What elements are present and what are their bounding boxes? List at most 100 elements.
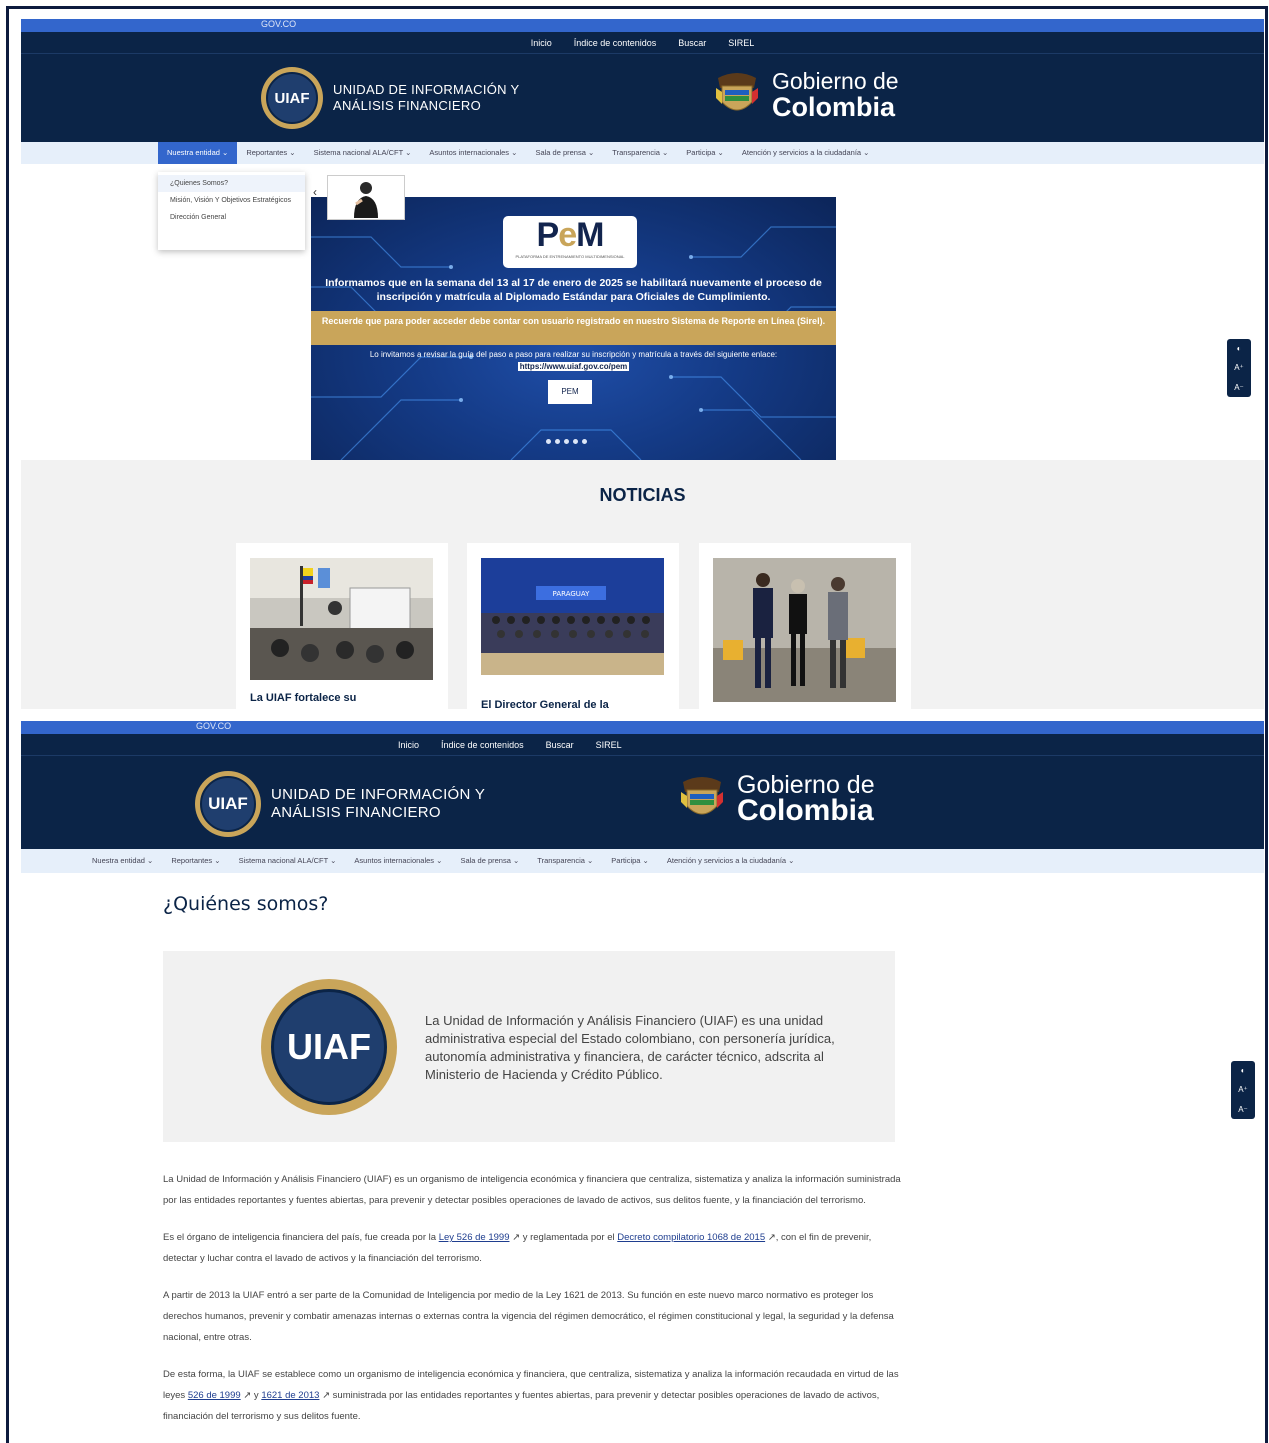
main-nav: Nuestra entidad ⌄ Reportantes ⌄ Sistema … (21, 142, 1264, 164)
gov-bar: GOV.CO (21, 19, 1264, 32)
news-card[interactable] (699, 543, 911, 709)
dropdown-direccion-general[interactable]: Dirección General (158, 209, 305, 226)
news-card[interactable]: PARAGUAY El Director General de la (467, 543, 679, 709)
menu-nuestra-entidad[interactable]: Nuestra entidad ⌄ (158, 142, 238, 164)
menu-asuntos-internacionales[interactable]: Asuntos internacionales ⌄ (420, 142, 526, 164)
gobierno-logo[interactable]: Gobierno de Colombia (679, 771, 875, 827)
quienes-somos-screenshot: GOV.CO Inicio Índice de contenidos Busca… (21, 721, 1264, 1441)
news-photo: PARAGUAY (481, 558, 664, 675)
uiaf-badge-icon: UIAF (261, 67, 323, 129)
banner-headline: Informamos que en la semana del 13 al 17… (325, 277, 822, 303)
banner-notice: Recuerde que para poder acceder debe con… (311, 311, 836, 345)
nuestra-entidad-dropdown: ¿Quienes Somos? Misión, Visión Y Objetiv… (158, 172, 305, 250)
nav-indice[interactable]: Índice de contenidos (441, 740, 524, 750)
pem-link[interactable]: https://www.uiaf.gov.co/pem (517, 362, 630, 371)
uiaf-logo[interactable]: UIAF UNIDAD DE INFORMACIÓN Y ANÁLISIS FIN… (261, 67, 520, 129)
menu-sala-de-prensa[interactable]: Sala de prensa ⌄ (526, 142, 603, 164)
decreto-1068-link[interactable]: Decreto compilatorio 1068 de 2015 (617, 1232, 765, 1243)
menu-sala-de-prensa[interactable]: Sala de prensa ⌄ (451, 850, 528, 872)
intro-box: UIAF La Unidad de Información y Análisis… (163, 951, 895, 1142)
site-header: UIAF UNIDAD DE INFORMACIÓN Y ANÁLISIS FIN… (21, 756, 1264, 849)
govco-link[interactable]: GOV.CO (196, 721, 231, 731)
page-title: ¿Quiénes somos? (163, 893, 329, 915)
accessibility-bar: ◐ A⁺ A⁻ (1231, 1061, 1255, 1119)
carousel-dots (546, 439, 587, 444)
menu-transparencia[interactable]: Transparencia ⌄ (603, 142, 677, 164)
main-nav: Nuestra entidad ⌄ Reportantes ⌄ Sistema … (21, 849, 1264, 873)
ley-526-link[interactable]: 526 de 1999 (188, 1390, 241, 1401)
govco-link[interactable]: GOV.CO (261, 19, 296, 29)
carousel-dot[interactable] (555, 439, 560, 444)
pem-logo: PeM PLATAFORMA DE ENTRENAMIENTO MULTIDIM… (503, 216, 637, 268)
page-heading: ¿Quiénes somos? (163, 893, 895, 915)
font-increase-icon[interactable]: A⁺ (1238, 1085, 1248, 1094)
menu-participa[interactable]: Participa ⌄ (677, 142, 733, 164)
news-caption: La UIAF fortalece su (250, 692, 357, 704)
interpreter-icon (354, 181, 378, 218)
chevron-left-icon[interactable]: ‹ (313, 185, 317, 199)
font-decrease-icon[interactable]: A⁻ (1234, 383, 1244, 392)
news-caption: El Director General de la (481, 699, 609, 709)
gov-bar: GOV.CO (21, 721, 1264, 734)
gobierno-text: Gobierno de Colombia (737, 771, 875, 827)
carousel-dot[interactable] (546, 439, 551, 444)
paragraph: La Unidad de Información y Análisis Fina… (163, 1174, 901, 1206)
paragraph: De esta forma, la UIAF se establece como… (163, 1369, 899, 1422)
uiaf-name: UNIDAD DE INFORMACIÓN Y ANÁLISIS FINANCIE… (271, 786, 486, 821)
pem-banner[interactable]: PeM PLATAFORMA DE ENTRENAMIENTO MULTIDIM… (311, 197, 836, 460)
nav-buscar[interactable]: Buscar (678, 38, 706, 48)
nav-sirel[interactable]: SIREL (728, 38, 754, 48)
font-decrease-icon[interactable]: A⁻ (1238, 1105, 1248, 1114)
dropdown-quienes-somos[interactable]: ¿Quienes Somos? (158, 175, 305, 192)
ley-1621-link[interactable]: 1621 de 2013 (261, 1390, 319, 1401)
menu-sistema-nacional[interactable]: Sistema nacional ALA/CFT ⌄ (305, 142, 421, 164)
contrast-icon[interactable]: ◐ (1237, 344, 1242, 353)
coat-of-arms-icon (679, 772, 725, 824)
screenshot-frame: GOV.CO Inicio Índice de contenidos Busca… (6, 6, 1268, 1443)
nav-indice[interactable]: Índice de contenidos (574, 38, 657, 48)
menu-transparencia[interactable]: Transparencia ⌄ (528, 850, 602, 872)
dropdown-mision-vision[interactable]: Misión, Visión Y Objetivos Estratégicos (158, 192, 305, 209)
gobierno-text: Gobierno de Colombia (772, 68, 899, 122)
news-card[interactable]: La UIAF fortalece su (236, 543, 448, 709)
menu-participa[interactable]: Participa ⌄ (602, 850, 658, 872)
news-section: NOTICIAS La UIAF fortalece su PARAGUAY E… (21, 460, 1264, 709)
nav-inicio[interactable]: Inicio (398, 740, 419, 750)
font-increase-icon[interactable]: A⁺ (1234, 363, 1244, 372)
menu-asuntos-internacionales[interactable]: Asuntos internacionales ⌄ (345, 850, 451, 872)
site-header: UIAF UNIDAD DE INFORMACIÓN Y ANÁLISIS FIN… (21, 54, 1264, 142)
news-photo (250, 558, 433, 680)
uiaf-logo[interactable]: UIAF UNIDAD DE INFORMACIÓN Y ANÁLISIS FIN… (195, 771, 485, 837)
paragraph: A partir de 2013 la UIAF entró a ser par… (163, 1290, 894, 1343)
gobierno-logo[interactable]: Gobierno de Colombia (714, 68, 899, 122)
news-photo (713, 558, 896, 702)
carousel-dot[interactable] (582, 439, 587, 444)
coat-of-arms-icon (714, 68, 760, 120)
ley-526-link[interactable]: Ley 526 de 1999 (439, 1232, 510, 1243)
nav-inicio[interactable]: Inicio (531, 38, 552, 48)
sign-language-interpreter[interactable] (327, 175, 405, 220)
menu-sistema-nacional[interactable]: Sistema nacional ALA/CFT ⌄ (230, 850, 346, 872)
contrast-icon[interactable]: ◐ (1241, 1066, 1246, 1075)
menu-atencion[interactable]: Atención y servicios a la ciudadanía ⌄ (733, 142, 879, 164)
nav-buscar[interactable]: Buscar (546, 740, 574, 750)
uiaf-name: UNIDAD DE INFORMACIÓN Y ANÁLISIS FINANCIE… (333, 82, 520, 113)
carousel-dot[interactable] (564, 439, 569, 444)
banner-invite: Lo invitamos a revisar la guía del paso … (369, 350, 778, 371)
pem-button[interactable]: PEM (548, 380, 592, 404)
svg-text:PARAGUAY: PARAGUAY (553, 590, 591, 598)
nav-sirel[interactable]: SIREL (596, 740, 622, 750)
accessibility-bar: ◐ A⁺ A⁻ (1227, 339, 1251, 397)
body-text: La Unidad de Información y Análisis Fina… (163, 1169, 903, 1441)
top-nav: Inicio Índice de contenidos Buscar SIREL (21, 32, 1264, 54)
paragraph: Es el órgano de inteligencia financiera … (163, 1232, 872, 1264)
menu-reportantes[interactable]: Reportantes ⌄ (237, 142, 304, 164)
carousel-dot[interactable] (573, 439, 578, 444)
uiaf-seal-icon: UIAF (261, 979, 397, 1115)
top-nav: Inicio Índice de contenidos Buscar SIREL (21, 734, 1264, 756)
menu-reportantes[interactable]: Reportantes ⌄ (162, 850, 229, 872)
menu-atencion[interactable]: Atención y servicios a la ciudadanía ⌄ (658, 850, 804, 872)
uiaf-badge-icon: UIAF (195, 771, 261, 837)
menu-nuestra-entidad[interactable]: Nuestra entidad ⌄ (83, 850, 162, 872)
news-title: NOTICIAS (599, 485, 686, 505)
